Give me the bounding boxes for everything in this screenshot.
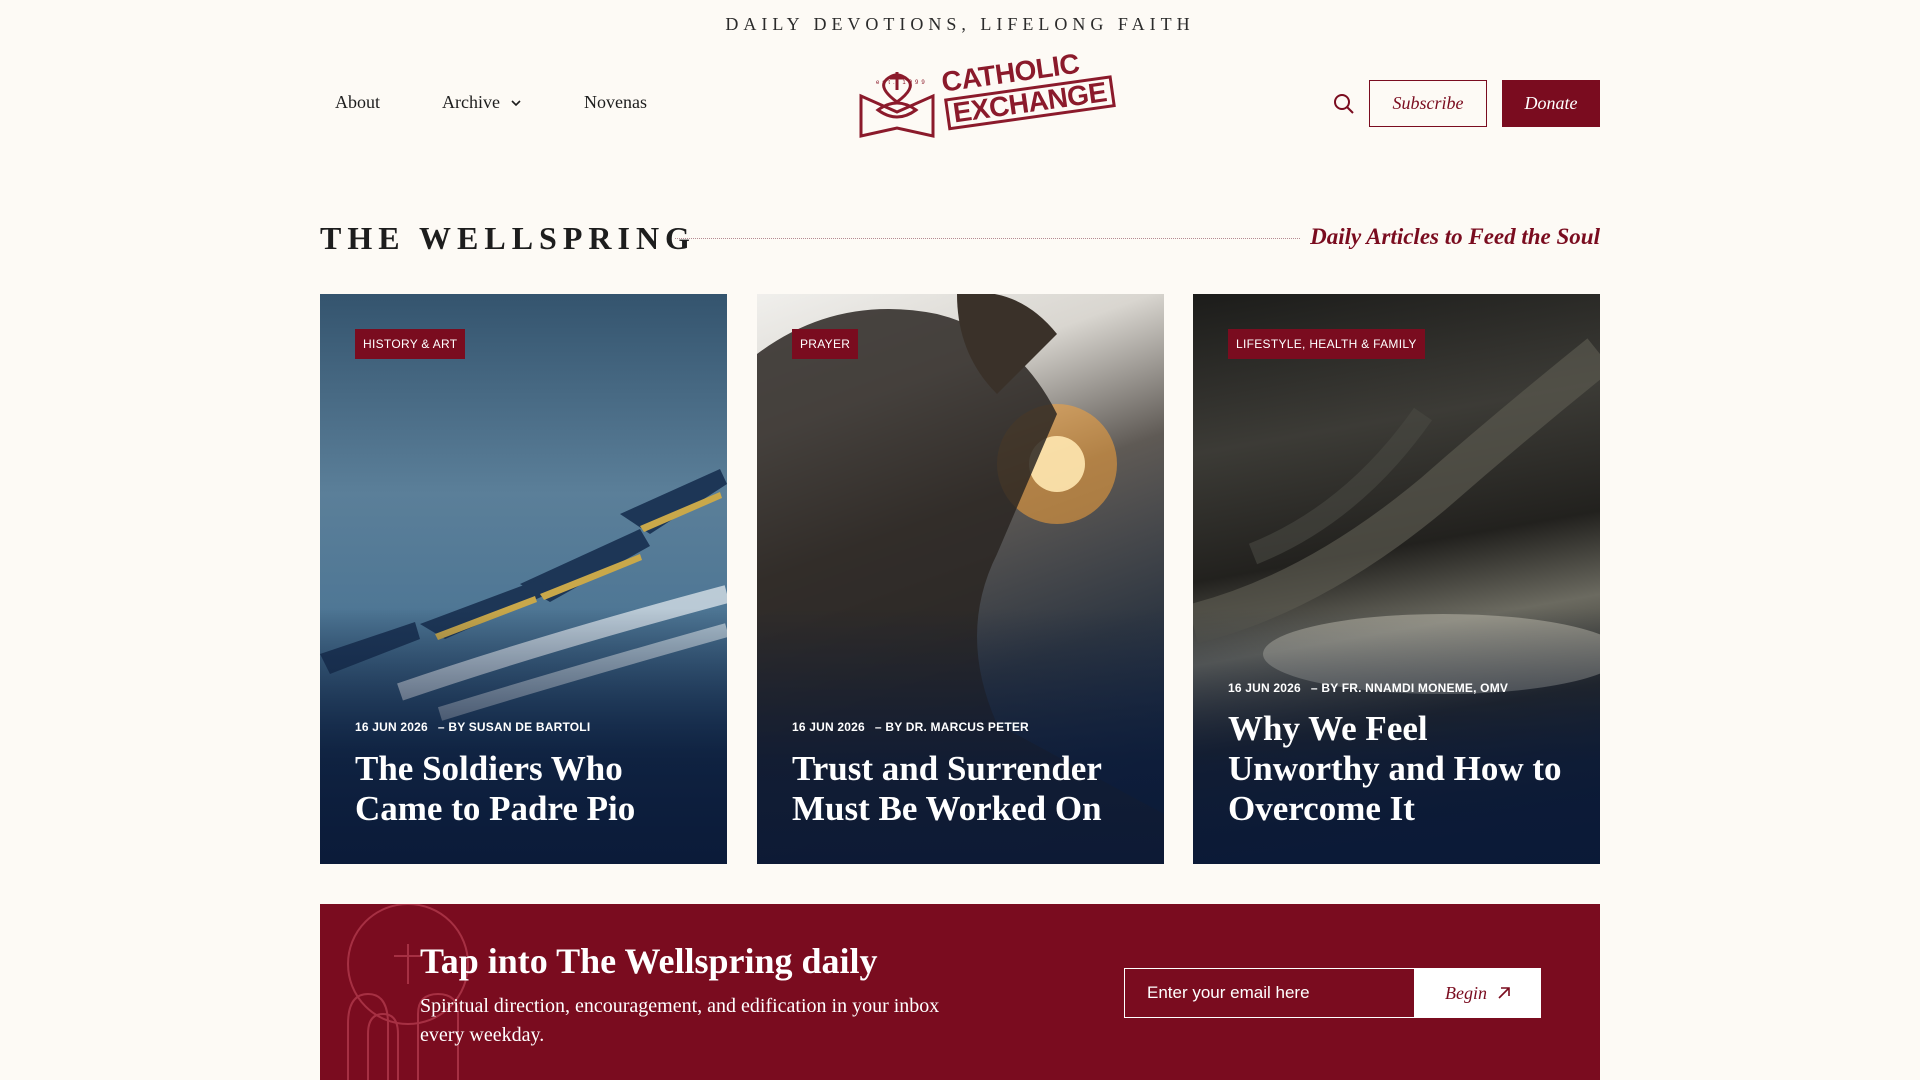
search-button[interactable] bbox=[1332, 92, 1356, 116]
category-badge[interactable]: HISTORY & ART bbox=[355, 329, 466, 359]
email-input[interactable] bbox=[1124, 968, 1415, 1018]
cta-title: Tap into The Wellspring daily bbox=[420, 941, 878, 981]
search-icon bbox=[1334, 94, 1354, 114]
article-card[interactable]: HISTORY & ART 16 JUN 2026 – BY SUSAN DE B… bbox=[320, 294, 727, 864]
cta-description: Spiritual direction, encouragement, and … bbox=[420, 995, 940, 1046]
article-date: 16 JUN 2026 bbox=[792, 720, 865, 734]
begin-button[interactable]: Begin bbox=[1415, 968, 1541, 1018]
article-byline[interactable]: – BY SUSAN DE BARTOLI bbox=[438, 720, 590, 734]
article-title[interactable]: The Soldiers Who Came to Padre Pio bbox=[355, 749, 697, 829]
nav-item-label: Novenas bbox=[583, 92, 647, 112]
logo-est-label: est. 1999 bbox=[876, 80, 928, 86]
article-date: 16 JUN 2026 bbox=[355, 720, 428, 734]
logo-wordmark: CATHOLIC EXCHANGE bbox=[940, 47, 1116, 131]
category-badge[interactable]: PRAYER bbox=[792, 329, 859, 359]
site-logo[interactable]: est. 1999 CATHOLIC EXCHANGE bbox=[858, 48, 1116, 140]
nav-item-about[interactable]: About bbox=[335, 92, 380, 113]
section-divider bbox=[675, 238, 1300, 239]
article-meta: 16 JUN 2026 – BY FR. NNAMDI MONEME, OMV bbox=[1228, 681, 1508, 695]
article-byline[interactable]: – BY FR. NNAMDI MONEME, OMV bbox=[1311, 681, 1508, 695]
nav-item-label: About bbox=[335, 92, 380, 112]
nav-item-novenas[interactable]: Novenas bbox=[584, 92, 647, 113]
article-meta: 16 JUN 2026 – BY SUSAN DE BARTOLI bbox=[355, 720, 590, 734]
article-title[interactable]: Trust and Surrender Must Be Worked On bbox=[792, 749, 1134, 829]
article-meta: 16 JUN 2026 – BY DR. MARCUS PETER bbox=[792, 720, 1029, 734]
article-card[interactable]: PRAYER 16 JUN 2026– BY DR. MARCUS PETER … bbox=[757, 294, 1164, 864]
newsletter-signup: Tap into The Wellspring daily Spiritual … bbox=[320, 904, 1600, 1080]
article-title[interactable]: Why We Feel Unworthy and How to Overcome… bbox=[1228, 709, 1570, 829]
category-badge[interactable]: LIFESTYLE, HEALTH & FAMILY bbox=[1228, 329, 1425, 359]
logo-emblem-icon bbox=[859, 72, 935, 138]
begin-button-label: Begin bbox=[1445, 982, 1487, 1003]
site-tagline: DAILY DEVOTIONS, LIFELONG FAITH bbox=[725, 14, 1195, 34]
article-card[interactable]: LIFESTYLE, HEALTH & FAMILY 16 JUN 2026 – … bbox=[1193, 294, 1600, 864]
arrow-up-right-icon bbox=[1498, 987, 1510, 999]
nav-item-label: Archive bbox=[442, 92, 500, 112]
section-subtitle: Daily Articles to Feed the Soul bbox=[1310, 224, 1600, 249]
main-nav: About Archive Novenas bbox=[335, 92, 647, 113]
article-byline[interactable]: – BY DR. MARCUS PETER bbox=[875, 720, 1029, 734]
nav-item-archive[interactable]: Archive bbox=[442, 92, 522, 113]
article-date: 16 JUN 2026 bbox=[1228, 681, 1301, 695]
subscribe-button[interactable]: Subscribe bbox=[1369, 80, 1487, 127]
donate-button[interactable]: Donate bbox=[1502, 80, 1600, 127]
section-title: THE WELLSPRING bbox=[320, 220, 696, 256]
chevron-down-icon bbox=[511, 99, 521, 106]
